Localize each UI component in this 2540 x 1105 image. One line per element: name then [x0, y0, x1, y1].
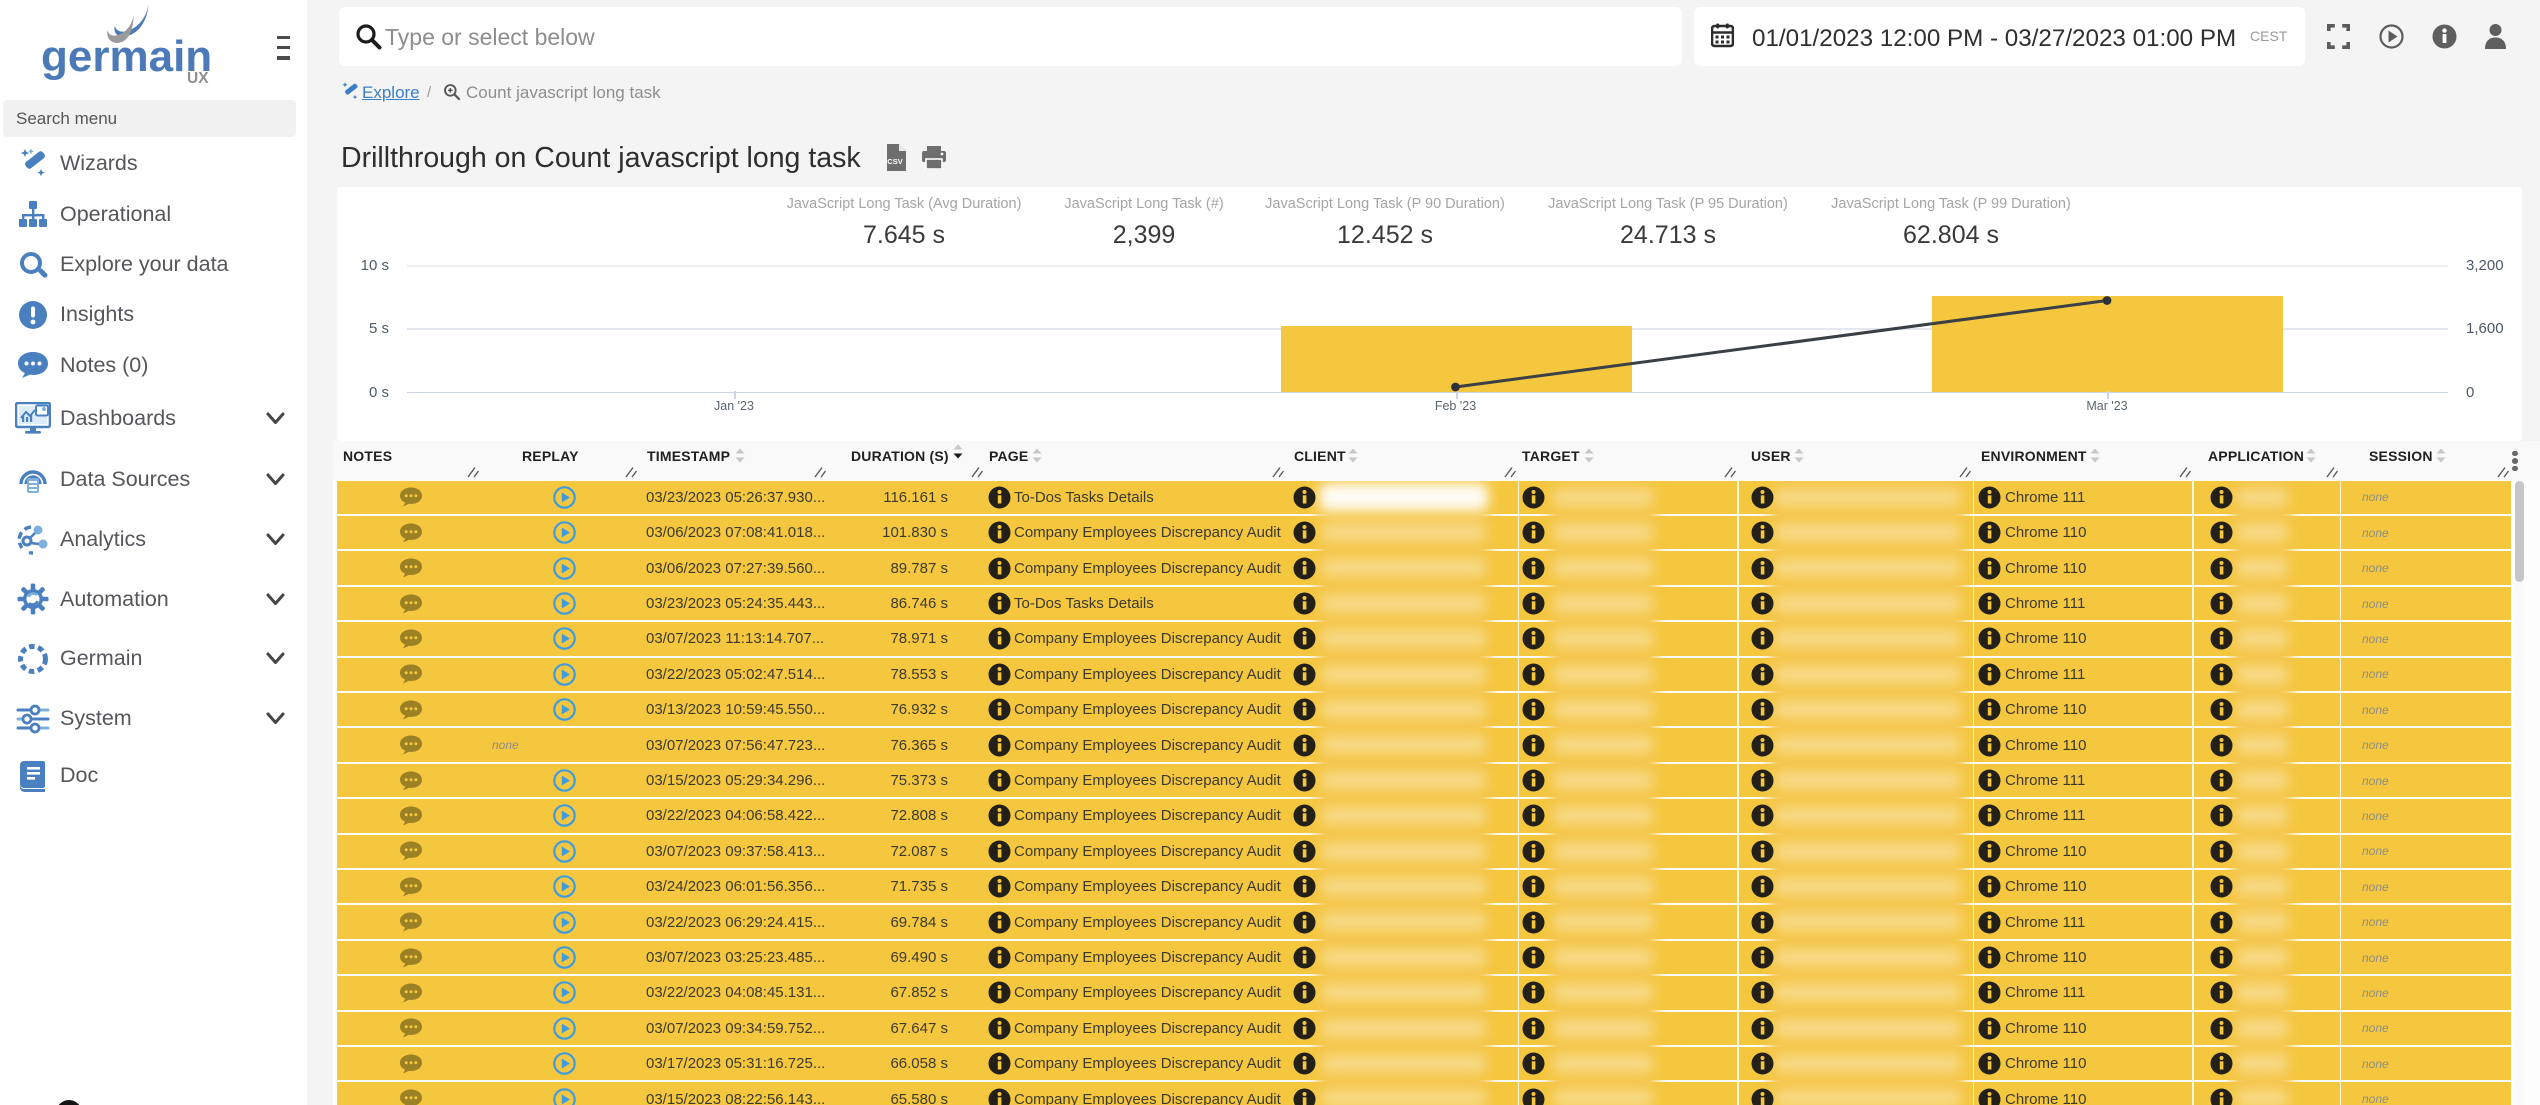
svg-text:CSV: CSV [887, 157, 902, 166]
